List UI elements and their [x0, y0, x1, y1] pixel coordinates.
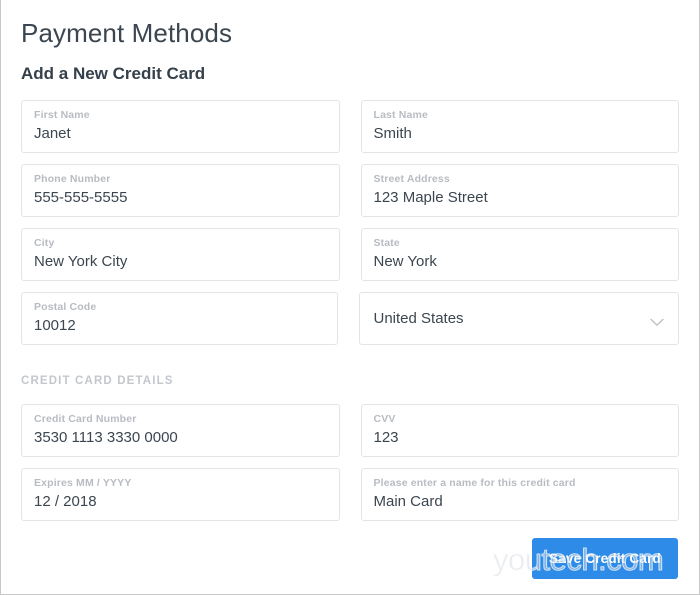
- field-cvv[interactable]: CVV 123: [360, 404, 679, 457]
- billing-details-form: First Name Janet Last Name Smith Phone N…: [21, 100, 679, 345]
- field-label: First Name: [34, 109, 90, 121]
- credit-card-details-heading: CREDIT CARD DETAILS: [21, 375, 174, 387]
- phone-number-input[interactable]: 555-555-5555: [34, 187, 327, 209]
- first-name-input[interactable]: Janet: [34, 123, 327, 145]
- form-row: Expires MM / YYYY 12 / 2018 Please enter…: [21, 468, 679, 521]
- field-label: State: [373, 237, 400, 249]
- form-row: Phone Number 555-555-5555 Street Address…: [21, 164, 679, 217]
- field-label: CVV: [373, 413, 396, 425]
- payment-methods-page: Payment Methods Add a New Credit Card Fi…: [0, 0, 700, 595]
- page-title: Payment Methods: [21, 18, 233, 48]
- field-state[interactable]: State New York: [360, 228, 679, 281]
- credit-card-number-input[interactable]: 3530 1113 3330 0000: [34, 427, 327, 449]
- field-last-name[interactable]: Last Name Smith: [360, 100, 679, 153]
- credit-card-form: Credit Card Number 3530 1113 3330 0000 C…: [21, 404, 679, 521]
- save-credit-card-button[interactable]: Save Credit Card: [532, 538, 678, 579]
- country-select-value: United States: [373, 309, 464, 327]
- field-label: Credit Card Number: [34, 413, 137, 425]
- form-row: First Name Janet Last Name Smith: [21, 100, 679, 153]
- state-input[interactable]: New York: [374, 251, 667, 273]
- form-row: City New York City State New York: [21, 228, 679, 281]
- field-city[interactable]: City New York City: [21, 228, 340, 281]
- expires-input[interactable]: 12 / 2018: [34, 491, 327, 513]
- street-address-input[interactable]: 123 Maple Street: [374, 187, 667, 209]
- field-label: Expires MM / YYYY: [34, 477, 132, 489]
- postal-code-input[interactable]: 10012: [34, 315, 325, 337]
- field-label: Phone Number: [34, 173, 111, 185]
- field-label: Please enter a name for this credit card: [373, 477, 576, 489]
- field-label: Street Address: [373, 173, 450, 185]
- field-postal-code[interactable]: Postal Code 10012: [21, 292, 338, 345]
- field-label: City: [34, 237, 55, 249]
- field-label: Postal Code: [34, 301, 97, 313]
- field-first-name[interactable]: First Name Janet: [21, 100, 340, 153]
- field-street-address[interactable]: Street Address 123 Maple Street: [360, 164, 679, 217]
- form-actions: Save Credit Card: [532, 538, 678, 579]
- form-row: Postal Code 10012 United States: [21, 292, 679, 345]
- section-title: Add a New Credit Card: [21, 64, 206, 83]
- last-name-input[interactable]: Smith: [374, 123, 667, 145]
- country-select[interactable]: United States: [358, 292, 679, 345]
- field-credit-card-number[interactable]: Credit Card Number 3530 1113 3330 0000: [21, 404, 340, 457]
- city-input[interactable]: New York City: [34, 251, 327, 273]
- field-card-nickname[interactable]: Please enter a name for this credit card…: [360, 468, 679, 521]
- form-row: Credit Card Number 3530 1113 3330 0000 C…: [21, 404, 679, 457]
- card-nickname-input[interactable]: Main Card: [374, 491, 667, 513]
- chevron-down-icon: [650, 314, 664, 326]
- field-label: Last Name: [373, 109, 428, 121]
- field-expires[interactable]: Expires MM / YYYY 12 / 2018: [21, 468, 340, 521]
- cvv-input[interactable]: 123: [374, 427, 667, 449]
- field-phone-number[interactable]: Phone Number 555-555-5555: [21, 164, 340, 217]
